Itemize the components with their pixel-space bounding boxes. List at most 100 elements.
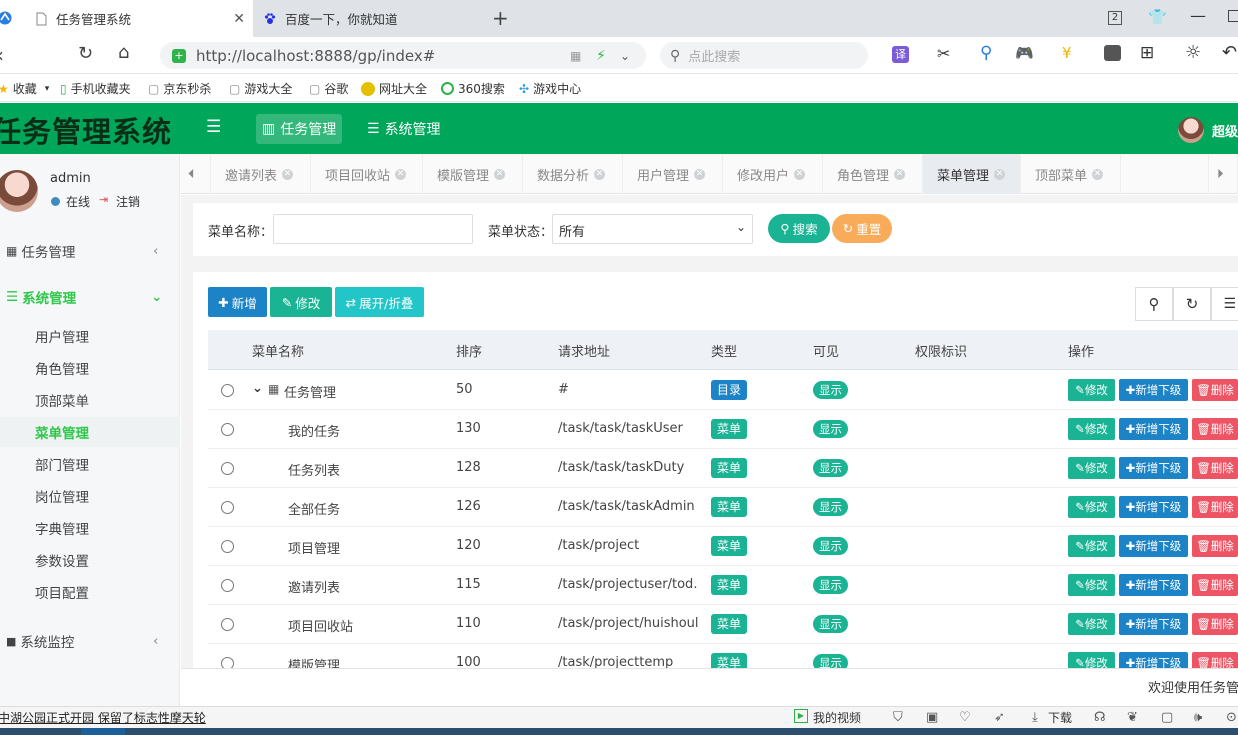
row-edit-button[interactable]: ✎修改 — [1068, 379, 1115, 401]
table-search-tool[interactable]: ⚲ — [1135, 287, 1173, 321]
header-user-name[interactable]: 超级 — [1212, 121, 1238, 140]
row-radio[interactable] — [221, 384, 234, 397]
sidebar-group-system[interactable]: ☰ 系统管理 ⌄ — [0, 282, 180, 312]
minimize-icon[interactable]: — — [1190, 6, 1206, 25]
bookmark-item[interactable]: 网址大全 — [361, 80, 427, 97]
search-button[interactable]: ⚲ 搜索 — [768, 214, 830, 243]
gamepad-icon[interactable]: 🎮 — [1015, 44, 1034, 62]
rocket-icon[interactable]: ➶ — [994, 710, 1005, 725]
translate-icon[interactable]: 译 — [892, 46, 909, 63]
row-add-child-button[interactable]: ✚新增下级 — [1119, 496, 1188, 518]
row-delete-button[interactable]: 🗑删除 — [1192, 418, 1238, 440]
browser-tab-active[interactable]: 任务管理系统 ✕ — [0, 0, 253, 37]
hamburger-icon[interactable]: ☰ — [206, 117, 221, 137]
header-nav-system[interactable]: ☰ 系统管理 — [361, 114, 447, 144]
menu-status-select[interactable]: 所有 ⌄ — [552, 214, 753, 244]
tab-recycle-bin[interactable]: 项目回收站 ✕ — [311, 154, 423, 194]
row-add-child-button[interactable]: ✚新增下级 — [1119, 418, 1188, 440]
tab-roles[interactable]: 角色管理 ✕ — [823, 154, 923, 194]
add-button[interactable]: ✚ 新增 — [208, 287, 267, 317]
table-refresh-tool[interactable]: ↻ — [1173, 287, 1211, 321]
col-permission[interactable]: 权限标识 — [915, 341, 967, 360]
row-add-child-button[interactable]: ✚新增下级 — [1119, 574, 1188, 596]
my-video-link[interactable]: 我的视频 — [813, 709, 861, 726]
home-icon[interactable]: ⌂ — [118, 42, 129, 63]
grid-icon[interactable]: ▦ — [570, 49, 581, 63]
window-icon[interactable]: ▢ — [1161, 710, 1173, 725]
sidebar-item-menus[interactable]: 菜单管理 — [0, 417, 180, 447]
bolt-icon[interactable]: ⚡ — [596, 48, 606, 64]
speaker-icon[interactable]: 🕪 — [1194, 710, 1202, 725]
sidebar-item-users[interactable]: 用户管理 — [0, 321, 180, 351]
close-tab-icon[interactable]: ✕ — [494, 168, 506, 180]
image-icon[interactable]: ▣ — [926, 710, 938, 725]
tab-menus[interactable]: 菜单管理 ✕ — [923, 154, 1021, 194]
row-edit-button[interactable]: ✎修改 — [1068, 613, 1115, 635]
row-delete-button[interactable]: 🗑删除 — [1192, 535, 1238, 557]
row-add-child-button[interactable]: ✚新增下级 — [1119, 379, 1188, 401]
row-radio[interactable] — [221, 501, 234, 514]
sidebar-item-project-config[interactable]: 项目配置 — [0, 577, 180, 607]
tab-users[interactable]: 用户管理 ✕ — [623, 154, 723, 194]
header-nav-task[interactable]: ▥ 任务管理 — [256, 114, 343, 144]
chevron-down-icon[interactable]: ⌄ — [620, 49, 630, 63]
sun-icon[interactable]: ☼ — [1185, 42, 1201, 63]
row-radio[interactable] — [221, 618, 234, 631]
col-order[interactable]: 排序 — [456, 341, 482, 360]
tree-expand-icon[interactable]: ⌄ — [252, 381, 263, 396]
bookmark-item[interactable]: 360搜索 — [441, 80, 505, 97]
close-tab-icon[interactable]: ✕ — [994, 168, 1006, 180]
table-row[interactable]: 项目回收站 110 /task/project/huishoul… 菜单 显示 … — [208, 605, 1238, 644]
row-edit-button[interactable]: ✎修改 — [1068, 574, 1115, 596]
close-tab-icon[interactable]: ✕ — [594, 168, 606, 180]
taskbar-active-item[interactable] — [81, 728, 125, 735]
leaf-icon[interactable]: ❦ — [1127, 710, 1138, 725]
row-delete-button[interactable]: 🗑删除 — [1192, 613, 1238, 635]
menu-name-input[interactable] — [273, 214, 473, 244]
sidebar-item-roles[interactable]: 角色管理 — [0, 353, 180, 383]
shirt-icon[interactable]: 👕 — [1148, 8, 1167, 26]
tab-templates[interactable]: 模版管理 ✕ — [423, 154, 523, 194]
row-radio[interactable] — [221, 657, 234, 668]
news-ticker-link[interactable]: 中湖公园正式开园 保留了标志性摩天轮 — [0, 709, 206, 726]
browser-search[interactable]: ⚲ 点此搜索 — [660, 42, 868, 69]
headset-icon[interactable]: ☊ — [1094, 710, 1106, 725]
col-url[interactable]: 请求地址 — [558, 341, 610, 360]
row-edit-button[interactable]: ✎修改 — [1068, 535, 1115, 557]
sidebar-group-task[interactable]: ▦ 任务管理 ‹ — [0, 236, 180, 266]
table-row[interactable]: 邀请列表 115 /task/projectuser/tod… 菜单 显示 ✎修… — [208, 566, 1238, 605]
bookmark-item[interactable]: ▯ 手机收藏夹 — [60, 80, 131, 97]
sidebar-item-top-menu[interactable]: 顶部菜单 — [0, 385, 180, 415]
sidebar-group-monitor[interactable]: ■ 系统监控 ‹ — [0, 626, 180, 656]
row-add-child-button[interactable]: ✚新增下级 — [1119, 652, 1188, 668]
address-bar[interactable]: + http://localhost:8888/gp/index# ▦ ⚡ ⌄ — [160, 42, 646, 69]
bookmark-item[interactable]: ▢ 谷歌 — [309, 80, 348, 97]
download-link[interactable]: 下载 — [1048, 709, 1072, 726]
tab-analytics[interactable]: 数据分析 ✕ — [523, 154, 623, 194]
tab-edit-user[interactable]: 修改用户 ✕ — [723, 154, 823, 194]
table-row[interactable]: 项目管理 120 /task/project 菜单 显示 ✎修改 ✚新增下级 🗑… — [208, 527, 1238, 566]
undo-icon[interactable]: ↶ — [1222, 42, 1237, 63]
reset-button[interactable]: ↻ 重置 — [832, 214, 892, 243]
col-menu-name[interactable]: 菜单名称 — [252, 341, 304, 360]
zoom-icon[interactable]: ⊙ — [1226, 710, 1237, 725]
header-avatar[interactable] — [1178, 117, 1204, 143]
row-radio[interactable] — [221, 540, 234, 553]
row-delete-button[interactable]: 🗑删除 — [1192, 496, 1238, 518]
back-icon[interactable]: ‹ — [0, 43, 4, 67]
row-delete-button[interactable]: 🗑删除 — [1192, 574, 1238, 596]
window-count-badge[interactable]: 2 — [1108, 11, 1122, 25]
row-radio[interactable] — [221, 462, 234, 475]
col-type[interactable]: 类型 — [711, 341, 737, 360]
scissors-icon[interactable]: ✂ — [937, 44, 950, 63]
close-tab-icon[interactable]: ✕ — [233, 11, 245, 27]
new-tab-button[interactable]: + — [492, 6, 509, 30]
bookmark-item[interactable]: ✣ 游戏中心 — [519, 80, 581, 97]
heart-icon[interactable]: ♡ — [959, 710, 971, 725]
table-columns-tool[interactable]: ☰ — [1211, 287, 1238, 321]
close-tab-icon[interactable]: ✕ — [794, 168, 806, 180]
tabs-scroll-right-button[interactable]: ⏵ — [1208, 154, 1238, 194]
table-row[interactable]: 模版管理 100 /task/projecttemp 菜单 显示 ✎修改 ✚新增… — [208, 644, 1238, 668]
close-tab-icon[interactable]: ✕ — [282, 168, 294, 180]
row-radio[interactable] — [221, 423, 234, 436]
